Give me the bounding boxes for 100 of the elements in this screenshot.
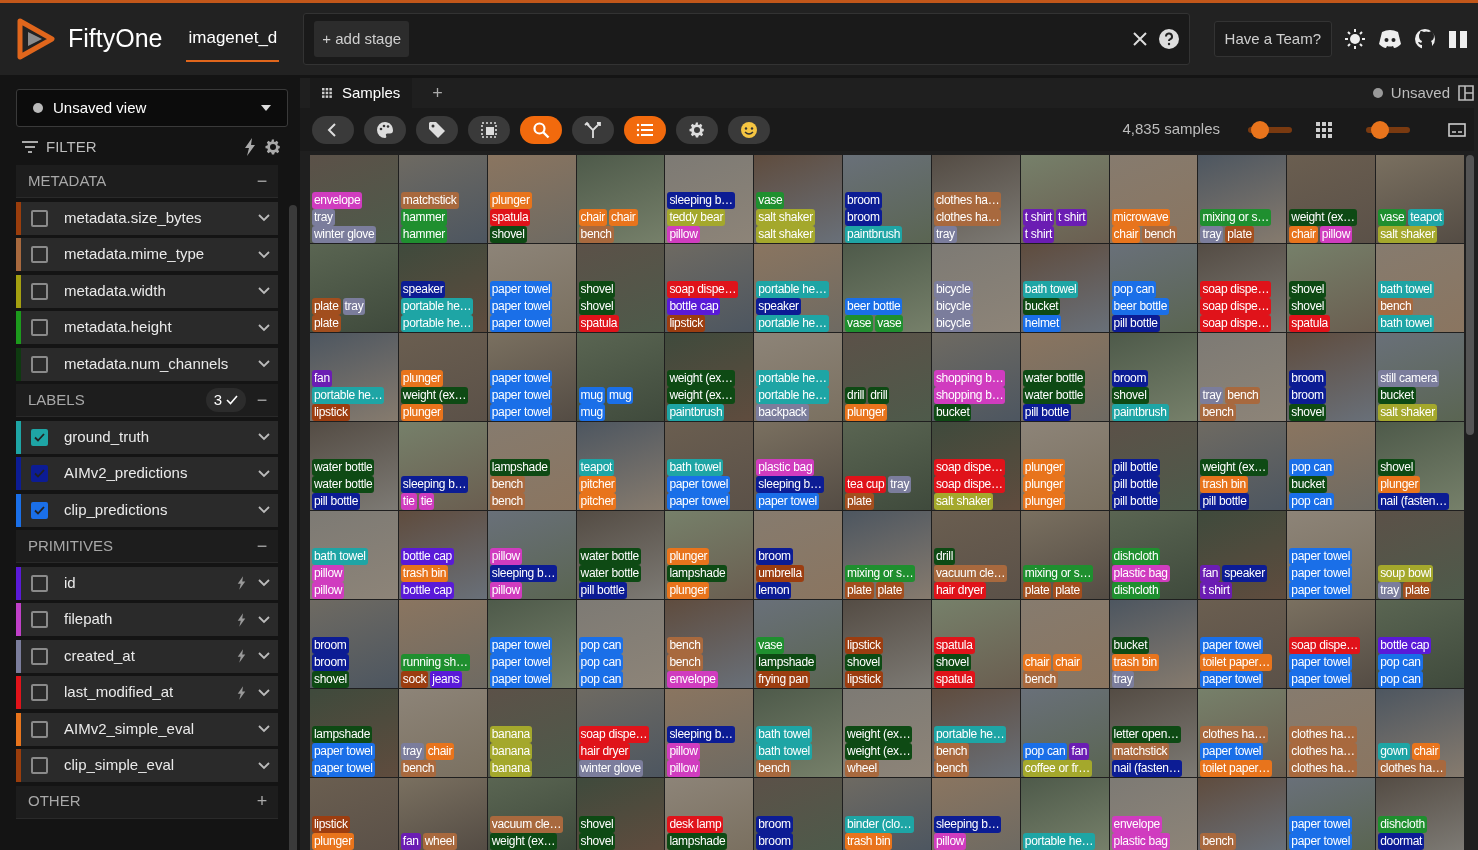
sample-thumbnail[interactable]: shovel shovel	[576, 778, 665, 850]
sample-thumbnail[interactable]: water bottle water bottle pill bottle	[310, 422, 398, 510]
chevron-icon[interactable]	[258, 761, 270, 770]
sample-thumbnail[interactable]: paper towel paper towel	[1287, 778, 1376, 850]
sample-thumbnail[interactable]: portable he… bench bench	[931, 689, 1020, 777]
chevron-icon[interactable]	[258, 615, 270, 624]
group-header[interactable]: PRIMITIVES −	[16, 530, 278, 563]
sample-thumbnail[interactable]: soap dispe… paper towel paper towel	[1287, 600, 1376, 688]
sample-thumbnail[interactable]: spatula shovel spatula	[931, 600, 1020, 688]
view-selector[interactable]: Unsaved view	[16, 89, 288, 127]
sample-thumbnail[interactable]: gown chair clothes ha…	[1376, 689, 1464, 777]
field-checkbox[interactable]	[31, 720, 48, 738]
sample-thumbnail[interactable]: vacuum cle… weight (ex…	[487, 778, 576, 850]
sample-thumbnail[interactable]: broom shovel paintbrush	[1109, 333, 1198, 421]
field-checkbox[interactable]	[31, 684, 48, 701]
sample-thumbnail[interactable]: pop can pop can pop can	[576, 600, 665, 688]
sample-thumbnail[interactable]: bath towel bench bath towel	[1376, 244, 1464, 332]
field-row[interactable]: metadata.height	[16, 311, 278, 344]
chevron-icon[interactable]	[258, 469, 270, 478]
group-header[interactable]: METADATA −	[16, 165, 278, 198]
sample-thumbnail[interactable]: soup bowl tray plate	[1376, 511, 1464, 599]
sample-thumbnail[interactable]: portable he… speaker portable he…	[754, 244, 843, 332]
sample-thumbnail[interactable]: bath towel paper towel paper towel	[665, 422, 754, 510]
sample-thumbnail[interactable]: weight (ex… trash bin pill bottle	[1198, 422, 1287, 510]
field-checkbox[interactable]	[31, 574, 48, 592]
sample-thumbnail[interactable]: sleeping b… pillow pillow	[665, 689, 754, 777]
sample-thumbnail[interactable]: water bottle water bottle pill bottle	[1020, 333, 1109, 421]
sun-icon[interactable]	[1344, 28, 1366, 50]
slider-thumb[interactable]	[1371, 120, 1390, 139]
sample-thumbnail[interactable]: paper towel toilet paper… paper towel	[1198, 600, 1287, 688]
sample-thumbnail[interactable]: pill bottle pill bottle pill bottle	[1109, 422, 1198, 510]
sample-thumbnail[interactable]: bucket trash bin tray	[1109, 600, 1198, 688]
sample-thumbnail[interactable]: sleeping b… pillow	[931, 778, 1020, 850]
sample-thumbnail[interactable]: plunger lampshade plunger	[665, 511, 754, 599]
scrollbar[interactable]	[1466, 155, 1474, 435]
sample-thumbnail[interactable]: broom broom shovel	[1287, 333, 1376, 421]
sample-thumbnail[interactable]: lipstick plunger	[310, 778, 398, 850]
sample-thumbnail[interactable]: lipstick shovel lipstick	[843, 600, 931, 688]
field-checkbox[interactable]	[31, 501, 48, 519]
field-checkbox[interactable]	[31, 319, 48, 336]
sample-thumbnail[interactable]: pillow sleeping b… pillow	[487, 511, 576, 599]
sample-thumbnail[interactable]: beer bottle vase vase	[843, 244, 931, 332]
field-row[interactable]: metadata.width	[16, 274, 278, 308]
sample-thumbnail[interactable]: bath towel pillow pillow	[310, 511, 398, 599]
group-toggle[interactable]: +	[254, 788, 270, 815]
team-button[interactable]: Have a Team?	[1213, 21, 1332, 57]
sample-thumbnail[interactable]: soap dispe… soap dispe… salt shaker	[931, 422, 1020, 510]
add-stage-button[interactable]: + add stage	[314, 21, 410, 57]
tag-button[interactable]	[416, 115, 458, 144]
layout-icon[interactable]	[1458, 85, 1474, 101]
size-slider[interactable]	[1366, 120, 1410, 139]
sample-thumbnail[interactable]: bench	[1198, 778, 1287, 850]
lightning-icon[interactable]	[237, 685, 246, 700]
sample-thumbnail[interactable]: dishcloth plastic bag dishcloth	[1109, 511, 1198, 599]
sample-thumbnail[interactable]: bath towel bucket helmet	[1020, 244, 1109, 332]
chevron-icon[interactable]	[258, 323, 270, 332]
sample-thumbnail[interactable]: microwave chair bench	[1109, 155, 1198, 243]
sample-thumbnail[interactable]: bench bench envelope	[665, 600, 754, 688]
field-checkbox[interactable]	[31, 246, 48, 263]
sample-thumbnail[interactable]: drill drill plunger	[843, 333, 931, 421]
sample-thumbnail[interactable]: shovel plunger nail (fasten…	[1376, 422, 1464, 510]
group-header[interactable]: OTHER +	[16, 785, 278, 819]
lightning-icon[interactable]	[244, 138, 256, 156]
sample-thumbnail[interactable]: broom broom shovel	[310, 600, 398, 688]
select-button[interactable]	[468, 115, 510, 144]
sample-thumbnail[interactable]: chair chair bench	[1020, 600, 1109, 688]
sample-thumbnail[interactable]: mixing or s… plate plate	[1020, 511, 1109, 599]
sample-thumbnail[interactable]: plate tray plate	[310, 244, 398, 332]
chevron-icon[interactable]	[258, 287, 270, 295]
group-toggle[interactable]: −	[254, 386, 270, 414]
cat-icon[interactable]	[1414, 28, 1436, 50]
sample-thumbnail[interactable]: weight (ex… weight (ex… wheel	[843, 689, 931, 777]
sample-thumbnail[interactable]: lampshade bench bench	[487, 422, 576, 510]
sample-thumbnail[interactable]: tea cup tray plate	[843, 422, 931, 510]
sample-thumbnail[interactable]: tray chair bench	[398, 689, 487, 777]
group-toggle[interactable]: −	[254, 167, 270, 195]
field-row[interactable]: id	[16, 566, 278, 600]
chevron-icon[interactable]	[258, 433, 270, 441]
sample-thumbnail[interactable]: fan speaker t shirt	[1198, 511, 1287, 599]
sample-thumbnail[interactable]: plastic bag sleeping b… paper towel	[754, 422, 843, 510]
field-checkbox[interactable]	[31, 209, 48, 227]
sample-thumbnail[interactable]: running sh… sock jeans	[398, 600, 487, 688]
sample-thumbnail[interactable]: plunger spatula shovel	[487, 155, 576, 243]
sample-thumbnail[interactable]: bicycle bicycle bicycle	[931, 244, 1020, 332]
field-checkbox[interactable]	[31, 355, 48, 373]
sample-thumbnail[interactable]: soap dispe… bottle cap lipstick	[665, 244, 754, 332]
sample-thumbnail[interactable]: soap dispe… hair dryer winter glove	[576, 689, 665, 777]
sample-thumbnail[interactable]: mixing or s… plate plate	[843, 511, 931, 599]
chevron-icon[interactable]	[258, 214, 270, 222]
sample-thumbnail[interactable]: bottle cap pop can pop can	[1376, 600, 1464, 688]
field-checkbox[interactable]	[31, 465, 48, 482]
sample-thumbnail[interactable]: envelope plastic bag	[1109, 778, 1198, 850]
sample-thumbnail[interactable]: vase teapot salt shaker	[1376, 155, 1464, 243]
sample-thumbnail[interactable]: bottle cap trash bin bottle cap	[398, 511, 487, 599]
sample-thumbnail[interactable]: chair chair bench	[576, 155, 665, 243]
sample-thumbnail[interactable]: paper towel paper towel paper towel	[1287, 511, 1376, 599]
sample-thumbnail[interactable]: mixing or s… tray plate	[1198, 155, 1287, 243]
sample-thumbnail[interactable]: letter open… matchstick nail (fasten…	[1109, 689, 1198, 777]
field-row[interactable]: metadata.num_channels	[16, 347, 278, 381]
chevron-icon[interactable]	[258, 250, 270, 259]
